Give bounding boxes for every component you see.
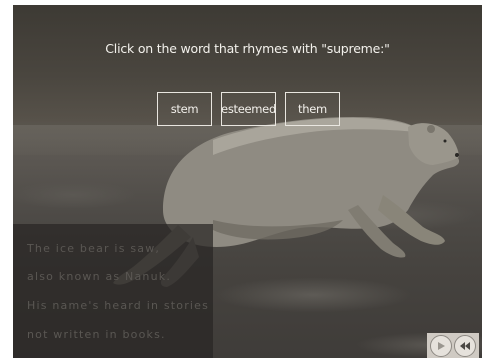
rewind-button[interactable] — [454, 334, 476, 357]
poem-panel: The ice bear is saw, also known as Nanuk… — [13, 224, 213, 358]
answer-choices: stem esteemed them — [157, 92, 340, 126]
poem-line-4: not written in books. — [27, 328, 166, 341]
play-icon — [438, 341, 445, 350]
playback-controls — [427, 333, 479, 358]
poem-line-3: His name's heard in stories — [27, 299, 210, 312]
poem-line-2: also known as Nanuk. — [27, 270, 172, 283]
choice-button-them[interactable]: them — [285, 92, 340, 126]
polar-bear-background: Click on the word that rhymes with "supr… — [13, 5, 482, 358]
choice-button-stem[interactable]: stem — [157, 92, 212, 126]
poem-line-1: The ice bear is saw, — [27, 242, 161, 255]
question-prompt: Click on the word that rhymes with "supr… — [105, 41, 390, 56]
choice-button-esteemed[interactable]: esteemed — [221, 92, 276, 126]
rewind-icon — [460, 341, 470, 350]
lesson-stage: Click on the word that rhymes with "supr… — [0, 0, 490, 358]
play-button[interactable] — [430, 334, 452, 357]
